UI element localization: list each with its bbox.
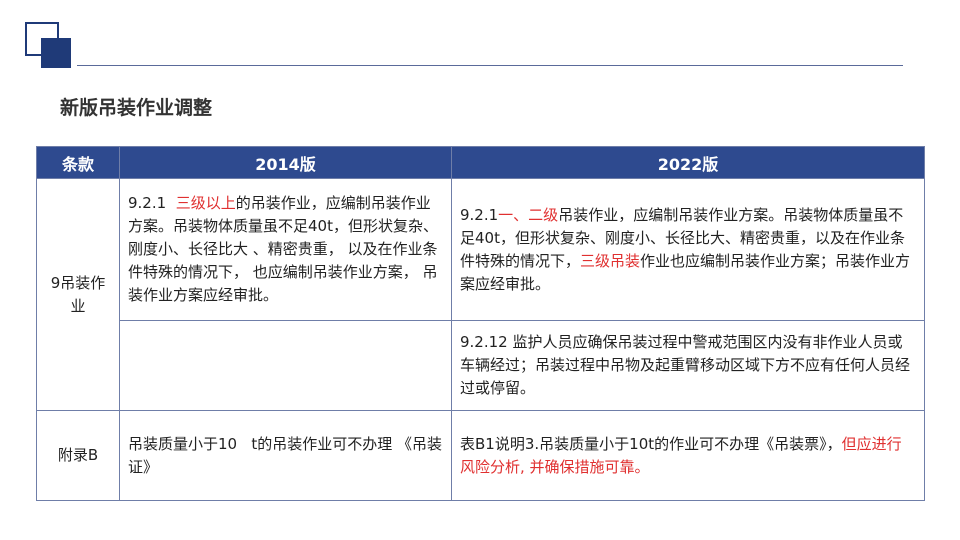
highlight-text: 三级以上 — [175, 194, 236, 212]
comparison-table: 条款 2014版 2022版 9吊装作业 9.2.1 三级以上的吊装作业，应编制… — [36, 146, 925, 501]
header-divider — [77, 65, 903, 66]
clause-number: 9.2.1 — [128, 194, 176, 212]
logo-square-filled — [41, 38, 71, 68]
clause-number: 9.2.1 — [460, 205, 499, 224]
body-text: 表B1说明3.吊装质量小于10t的作业可不办理《吊装票》， — [460, 434, 842, 453]
clause-appendix-b: 附录B — [36, 410, 120, 501]
highlight-text: 三级吊装 — [580, 251, 641, 270]
cell-2022-appendix: 表B1说明3.吊装质量小于10t的作业可不办理《吊装票》，但应进行风险分析, 并… — [451, 410, 925, 501]
table-row: 9.2.12 监护人员应确保吊装过程中警戒范围区内没有非作业人员或车辆经过；吊装… — [37, 320, 925, 411]
page-title: 新版吊装作业调整 — [60, 97, 213, 119]
cell-2014-appendix: 吊装质量小于10 t的吊装作业可不办理 《吊装证》 — [119, 410, 452, 501]
highlight-text: 一、二级 — [498, 205, 559, 224]
table-row: 9吊装作业 9.2.1 三级以上的吊装作业，应编制吊装作业方案。吊装物体质量虽不… — [36, 178, 925, 411]
header-2014: 2014版 — [119, 146, 452, 179]
cell-2014-empty — [119, 320, 452, 411]
table-header-row: 条款 2014版 2022版 — [36, 146, 925, 179]
cell-2014-9-2-1: 9.2.1 三级以上的吊装作业，应编制吊装作业方案。吊装物体质量虽不足40t，但… — [119, 178, 452, 321]
cell-2022-9-2-1: 9.2.1一、二级吊装作业，应编制吊装作业方案。吊装物体质量虽不足40t，但形状… — [451, 178, 925, 321]
header-clause: 条款 — [36, 146, 120, 179]
header-2022: 2022版 — [451, 146, 925, 179]
clause-lifting-operation: 9吊装作业 — [36, 178, 120, 411]
cell-2022-9-2-12: 9.2.12 监护人员应确保吊装过程中警戒范围区内没有非作业人员或车辆经过；吊装… — [451, 320, 925, 411]
table-row: 附录B 吊装质量小于10 t的吊装作业可不办理 《吊装证》 表B1说明3.吊装质… — [36, 410, 925, 501]
